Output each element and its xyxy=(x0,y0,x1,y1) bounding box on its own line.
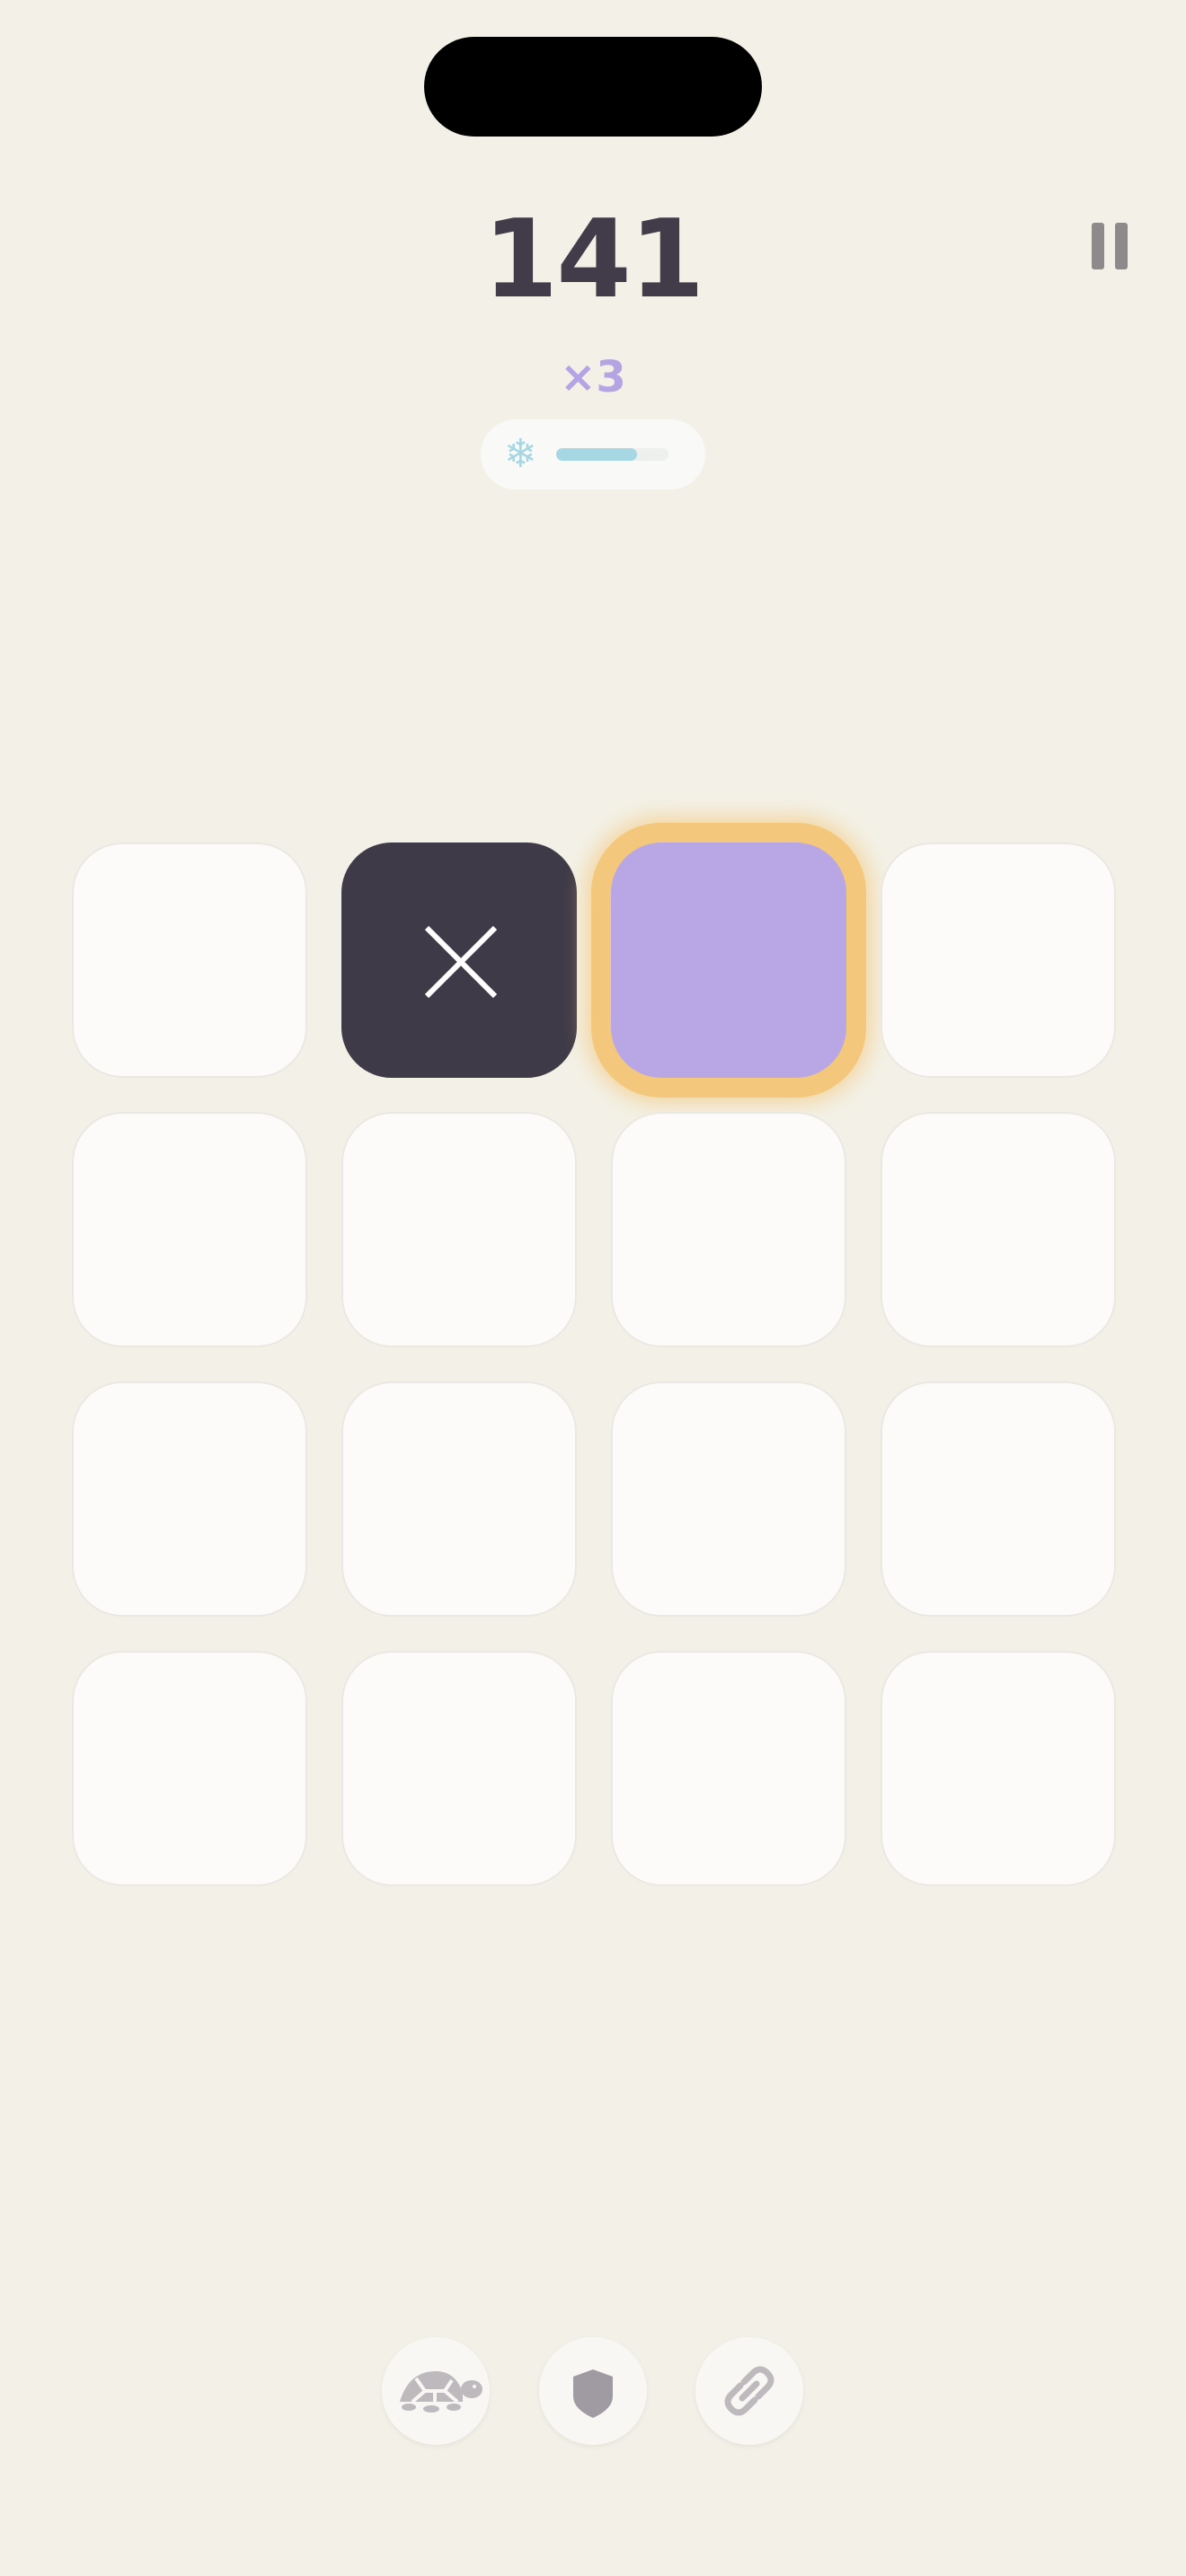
freeze-meter: ❄ xyxy=(481,419,705,490)
grid-tile[interactable] xyxy=(72,1112,307,1347)
grid-tile[interactable] xyxy=(72,1651,307,1886)
grid-tile[interactable] xyxy=(881,842,1116,1078)
dynamic-island xyxy=(424,37,762,137)
multiplier: ×3 xyxy=(560,352,626,402)
freeze-track xyxy=(556,448,668,461)
chain-powerup-button[interactable] xyxy=(695,2337,803,2445)
grid-tile[interactable] xyxy=(611,1381,846,1617)
snowflake-icon: ❄ xyxy=(504,431,537,477)
grid-tile[interactable] xyxy=(881,1381,1116,1617)
shield-icon xyxy=(573,2369,613,2418)
link-icon xyxy=(724,2366,774,2416)
grid-tile[interactable] xyxy=(881,1112,1116,1347)
freeze-fill xyxy=(556,448,637,461)
grid-tile[interactable] xyxy=(881,1651,1116,1886)
pause-icon-bar xyxy=(1115,223,1128,269)
grid-tile[interactable] xyxy=(72,842,307,1078)
score: 141 xyxy=(482,198,705,322)
turtle-icon xyxy=(400,2371,482,2413)
game-grid xyxy=(72,842,1116,1886)
grid-tile[interactable] xyxy=(611,1651,846,1886)
grid-tile[interactable] xyxy=(72,1381,307,1617)
pause-button[interactable] xyxy=(1092,223,1128,269)
grid-tile[interactable] xyxy=(341,1381,577,1617)
shield-powerup-button[interactable] xyxy=(539,2337,647,2445)
grid-tile[interactable] xyxy=(341,1651,577,1886)
target-tile[interactable] xyxy=(611,842,846,1078)
blocked-tile[interactable] xyxy=(341,842,577,1078)
pause-icon-bar xyxy=(1092,223,1104,269)
close-icon xyxy=(424,925,498,999)
turtle-powerup-button[interactable] xyxy=(382,2337,490,2445)
grid-tile[interactable] xyxy=(341,1112,577,1347)
grid-tile[interactable] xyxy=(611,1112,846,1347)
